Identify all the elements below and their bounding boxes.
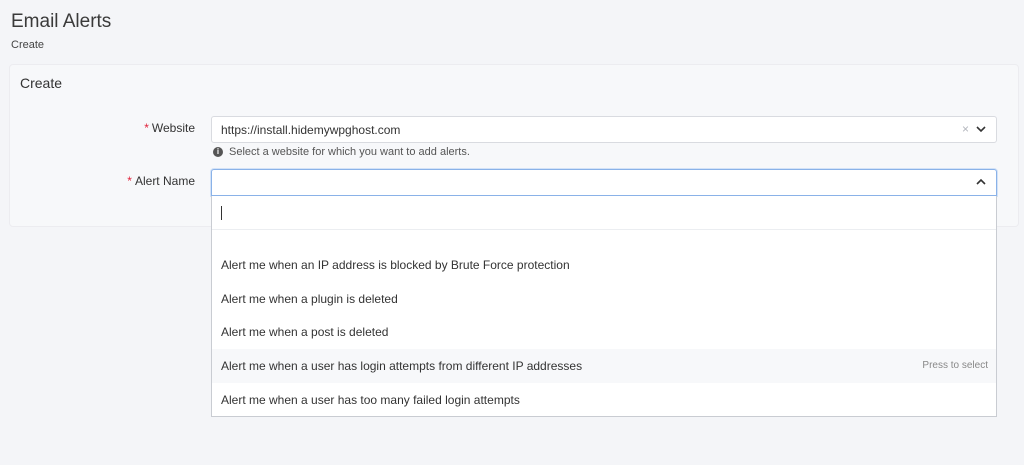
alert-name-label: * Alert Name <box>127 174 195 188</box>
website-help: i Select a website for which you want to… <box>213 146 470 158</box>
required-asterisk: * <box>127 174 132 188</box>
alert-name-dropdown: Alert me when an IP address is blocked b… <box>211 196 997 417</box>
dropdown-option[interactable]: Alert me when an IP address is blocked b… <box>212 248 996 282</box>
page-header: Email Alerts Create <box>11 10 111 51</box>
clear-icon[interactable]: × <box>962 122 969 136</box>
text-caret <box>221 206 222 220</box>
website-value: https://install.hidemywpghost.com <box>221 123 401 137</box>
chevron-up-icon[interactable] <box>975 177 987 187</box>
chevron-down-icon[interactable] <box>975 124 987 134</box>
dropdown-option[interactable]: Alert me when a user has too many failed… <box>212 383 996 417</box>
dropdown-option-highlighted[interactable]: Alert me when a user has login attempts … <box>212 349 996 383</box>
required-asterisk: * <box>144 121 149 135</box>
card-title: Create <box>20 75 63 91</box>
dropdown-option[interactable]: Alert me when a post is deleted <box>212 315 996 349</box>
info-icon: i <box>213 147 223 157</box>
press-to-select-hint: Press to select <box>922 360 988 371</box>
website-select[interactable]: https://install.hidemywpghost.com × <box>211 116 997 143</box>
dropdown-option[interactable]: Alert me when a plugin is deleted <box>212 282 996 316</box>
alert-name-select[interactable] <box>211 169 997 196</box>
page-title: Email Alerts <box>11 11 112 32</box>
dropdown-search-input[interactable] <box>212 196 996 230</box>
page-subtitle: Create <box>11 39 45 51</box>
website-label: * Website <box>144 121 195 135</box>
